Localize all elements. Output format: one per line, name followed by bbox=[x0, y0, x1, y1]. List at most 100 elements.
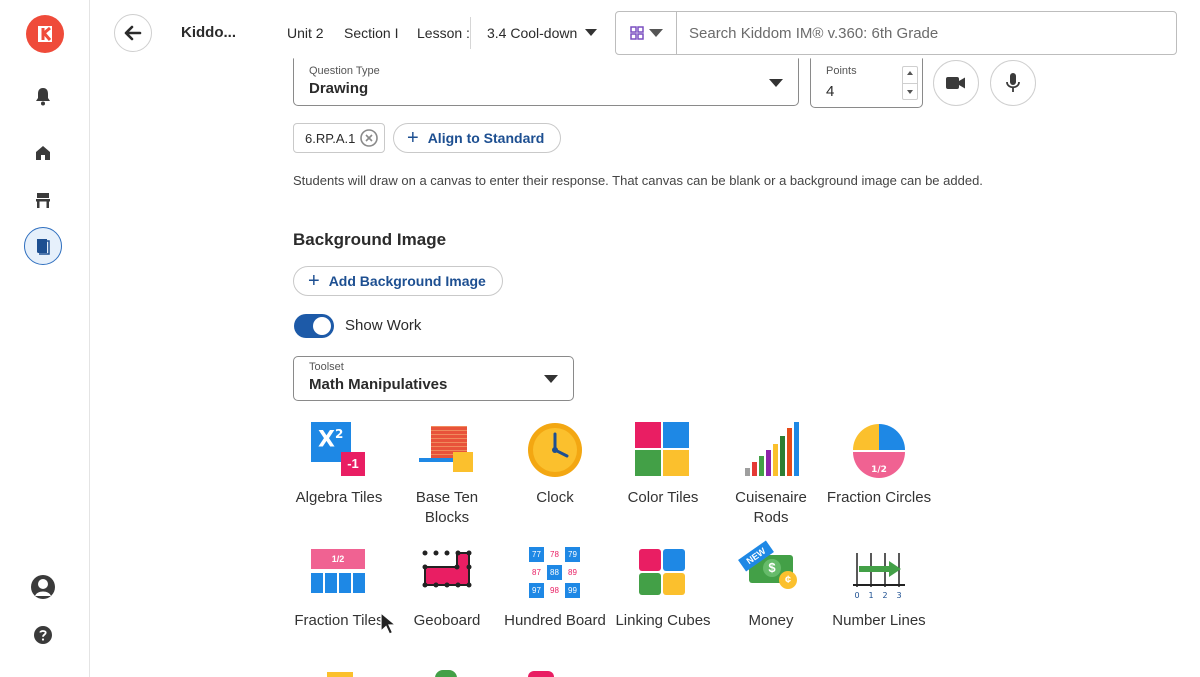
plus-icon: + bbox=[308, 270, 320, 292]
chevron-down-icon[interactable] bbox=[585, 29, 597, 36]
kiddom-logo[interactable] bbox=[26, 15, 64, 53]
hundred-board-icon: 77 78 79 87 88 89 97 98 99 bbox=[527, 545, 583, 601]
record-video-button[interactable] bbox=[933, 60, 979, 106]
algebra-neg-tile: -1 bbox=[341, 452, 365, 476]
align-to-standard-button[interactable]: + Align to Standard bbox=[393, 123, 561, 153]
tool-label: Clock bbox=[536, 489, 574, 506]
chevron-down-icon bbox=[769, 79, 783, 87]
tool-partial-yellow[interactable] bbox=[327, 672, 353, 677]
toolset-select[interactable]: Toolset Math Manipulatives bbox=[293, 356, 574, 401]
search-filter-button[interactable] bbox=[616, 12, 677, 54]
toggle-knob bbox=[313, 317, 331, 335]
decrement-icon[interactable] bbox=[907, 90, 913, 94]
book-icon bbox=[37, 239, 50, 255]
breadcrumb-unit[interactable]: Unit 2 bbox=[287, 25, 324, 41]
show-work-label: Show Work bbox=[345, 317, 422, 334]
back-button[interactable] bbox=[114, 14, 152, 52]
tool-label: Number Lines bbox=[832, 612, 926, 629]
number-lines-icon: 0 1 2 3 bbox=[851, 545, 907, 601]
top-bar: Kiddo... Unit 2 Section I Lesson : 3.4 C… bbox=[90, 0, 1200, 66]
tool-geoboard[interactable]: Geoboard bbox=[393, 545, 501, 631]
spinner-divider bbox=[903, 83, 917, 84]
tool-algebra-tiles[interactable]: X2 -1 Algebra Tiles bbox=[285, 422, 393, 508]
microphone-icon bbox=[1006, 73, 1020, 92]
tool-cuisenaire-rods[interactable]: Cuisenaire Rods bbox=[717, 422, 825, 528]
desk-icon bbox=[36, 193, 50, 208]
library-button[interactable] bbox=[24, 227, 62, 265]
home-button[interactable] bbox=[24, 134, 62, 172]
tool-partial-pink[interactable] bbox=[528, 671, 554, 677]
tool-color-tiles[interactable]: Color Tiles bbox=[609, 422, 717, 508]
fraction-half-text: 1/2 bbox=[871, 465, 887, 475]
cuisenaire-rods-icon bbox=[743, 422, 799, 478]
tool-label: Base Ten Blocks bbox=[415, 489, 479, 526]
svg-text:2: 2 bbox=[882, 591, 887, 600]
svg-text:3: 3 bbox=[896, 591, 901, 600]
search-input[interactable] bbox=[678, 12, 1173, 54]
help-icon bbox=[34, 626, 52, 644]
toolset-value: Math Manipulatives bbox=[309, 376, 448, 393]
tool-number-lines[interactable]: 0 1 2 3 Number Lines bbox=[825, 545, 933, 631]
algebra-tiles-icon: X2 -1 bbox=[311, 422, 367, 478]
money-dollar-text: $ bbox=[763, 559, 781, 577]
remove-circle-icon[interactable] bbox=[360, 129, 378, 147]
tool-label: Money bbox=[748, 612, 794, 629]
add-background-image-label: Add Background Image bbox=[328, 273, 486, 289]
algebra-sup-text: 2 bbox=[334, 427, 344, 441]
chevron-down-icon bbox=[648, 29, 663, 37]
notifications-button[interactable] bbox=[24, 77, 62, 115]
add-background-image-button[interactable]: + Add Background Image bbox=[293, 266, 503, 296]
help-button[interactable] bbox=[24, 616, 62, 654]
color-tiles-icon bbox=[635, 422, 691, 478]
toolset-label: Toolset bbox=[309, 361, 344, 373]
points-value[interactable]: 4 bbox=[826, 83, 834, 100]
points-stepper[interactable]: Points 4 bbox=[810, 58, 923, 108]
chevron-down-icon bbox=[544, 375, 558, 383]
activity-dropdown-label[interactable]: 3.4 Cool-down bbox=[487, 25, 577, 41]
plus-icon: + bbox=[407, 127, 419, 149]
points-label: Points bbox=[826, 65, 857, 77]
classroom-button[interactable] bbox=[24, 181, 62, 219]
svg-text:0: 0 bbox=[854, 591, 859, 600]
question-type-select[interactable]: Question Type Drawing bbox=[293, 58, 799, 106]
tool-fraction-circles[interactable]: 1/2 Fraction Circles bbox=[825, 422, 933, 508]
tool-money[interactable]: $ ¢ NEW Money bbox=[717, 540, 825, 631]
sidebar bbox=[0, 0, 90, 677]
tool-base-ten-blocks[interactable]: Base Ten Blocks bbox=[393, 422, 501, 528]
search-bar bbox=[615, 11, 1177, 55]
standard-chip: 6.RP.A.1 bbox=[293, 123, 385, 153]
record-audio-button[interactable] bbox=[990, 60, 1036, 106]
assessment-title[interactable]: Kiddo... bbox=[181, 24, 236, 41]
tool-hundred-board[interactable]: 77 78 79 87 88 89 97 98 99 Hundred Board bbox=[501, 545, 609, 631]
show-work-toggle[interactable] bbox=[294, 314, 334, 338]
tool-partial-green[interactable] bbox=[435, 670, 457, 677]
tool-fraction-tiles[interactable]: 1/2 Fraction Tiles bbox=[285, 545, 393, 631]
linking-cubes-icon bbox=[635, 545, 691, 601]
question-type-value: Drawing bbox=[309, 80, 369, 97]
kiddom-k-icon bbox=[38, 26, 52, 42]
increment-icon[interactable] bbox=[907, 71, 913, 75]
breadcrumb-section[interactable]: Section I bbox=[344, 25, 398, 41]
fraction-half-tile: 1/2 bbox=[311, 549, 365, 569]
video-camera-icon bbox=[946, 77, 965, 89]
avatar-icon bbox=[31, 575, 55, 599]
geoboard-icon bbox=[419, 545, 475, 601]
profile-button[interactable] bbox=[24, 568, 62, 606]
tool-clock[interactable]: Clock bbox=[501, 422, 609, 508]
breadcrumb-lesson[interactable]: Lesson : bbox=[417, 25, 470, 41]
tool-label: Fraction Circles bbox=[826, 489, 932, 506]
grid-filter-icon bbox=[629, 26, 644, 40]
back-arrow-icon bbox=[124, 25, 142, 41]
points-spinner[interactable] bbox=[902, 66, 918, 100]
tool-label: Algebra Tiles bbox=[295, 489, 383, 506]
fraction-circles-icon: 1/2 bbox=[851, 422, 907, 478]
home-icon bbox=[36, 146, 50, 160]
tool-linking-cubes[interactable]: Linking Cubes bbox=[609, 545, 717, 631]
svg-text:1: 1 bbox=[868, 591, 873, 600]
standard-chip-label: 6.RP.A.1 bbox=[305, 130, 356, 146]
money-icon: $ ¢ NEW bbox=[738, 540, 799, 601]
tool-label: Linking Cubes bbox=[615, 612, 711, 629]
tool-label: Geoboard bbox=[413, 612, 481, 629]
algebra-x-text: X bbox=[318, 427, 335, 453]
align-to-standard-label: Align to Standard bbox=[427, 130, 545, 146]
